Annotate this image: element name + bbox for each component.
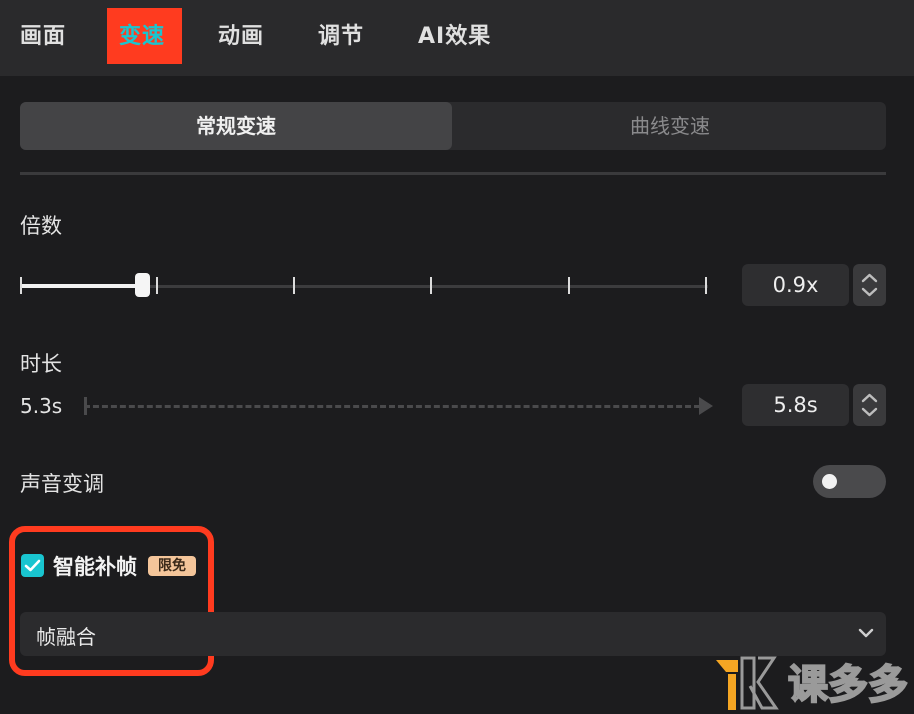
toggle-knob (822, 474, 837, 489)
speed-mode-segmented-control: 常规变速 曲线变速 (20, 102, 886, 150)
curve-speed-button[interactable]: 曲线变速 (454, 102, 886, 150)
slider-tick (568, 277, 570, 294)
tab-speed-label: 变速 (119, 24, 166, 49)
duration-stepper[interactable] (853, 384, 886, 426)
pitch-label: 声音变调 (20, 472, 104, 496)
original-duration: 5.3s (20, 394, 63, 418)
multiplier-slider-fill (20, 284, 142, 288)
slider-tick (705, 277, 707, 294)
duration-label: 时长 (20, 352, 62, 376)
tab-picture[interactable]: 画面 (20, 18, 66, 50)
pitch-toggle[interactable] (813, 465, 886, 498)
slider-tick (430, 277, 432, 294)
duration-value-field[interactable]: 5.8s (742, 384, 849, 426)
chevron-down-icon (858, 628, 874, 638)
slider-tick (293, 277, 295, 294)
smart-frame-checkbox[interactable] (21, 554, 44, 577)
arrow-right-icon (699, 397, 713, 415)
up-down-chevron-icon (861, 393, 878, 417)
watermark-logo: 课多多 (716, 656, 909, 710)
normal-speed-button[interactable]: 常规变速 (20, 102, 452, 150)
frame-mode-dropdown[interactable]: 帧融合 (20, 612, 886, 656)
slider-tick (156, 277, 158, 294)
up-down-chevron-icon (861, 273, 878, 297)
multiplier-value-field[interactable]: 0.9x (742, 264, 849, 306)
multiplier-label: 倍数 (20, 214, 62, 238)
slider-tick (20, 277, 22, 294)
frame-mode-selected: 帧融合 (36, 625, 96, 649)
free-limited-badge: 限免 (148, 556, 196, 576)
tab-animation[interactable]: 动画 (218, 18, 264, 50)
section-divider (20, 172, 886, 175)
checkmark-icon (24, 559, 41, 572)
tab-speed[interactable]: 变速 (107, 8, 182, 64)
tab-ai-effects[interactable]: AI效果 (418, 18, 491, 50)
smart-frame-label: 智能补帧 (53, 555, 137, 579)
multiplier-stepper[interactable] (853, 264, 886, 306)
multiplier-slider-thumb[interactable] (135, 273, 150, 297)
watermark-text: 课多多 (788, 662, 908, 708)
tab-adjust[interactable]: 调节 (318, 18, 364, 50)
top-tab-bar: 画面 变速 动画 调节 AI效果 (0, 0, 914, 76)
duration-dashed-line (84, 405, 700, 408)
